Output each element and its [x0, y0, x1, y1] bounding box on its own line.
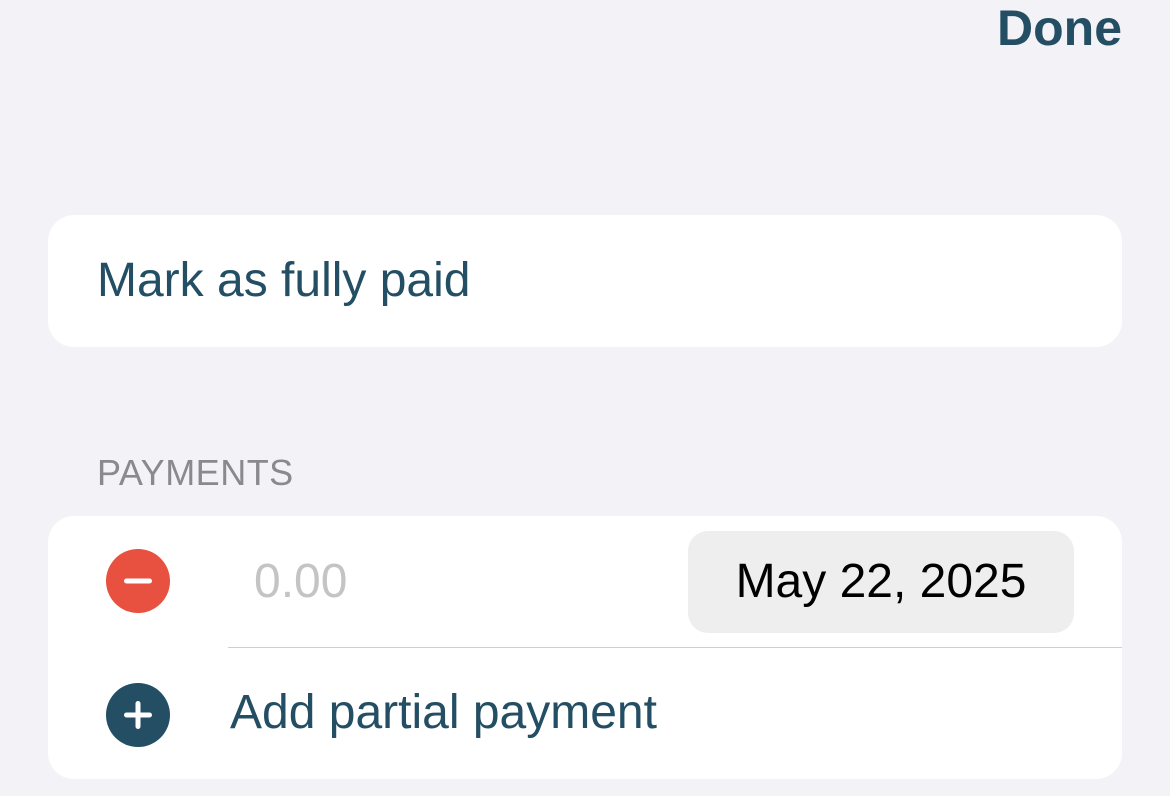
payment-date-picker[interactable]: May 22, 2025	[688, 531, 1074, 633]
add-partial-payment-row[interactable]: Add partial payment	[48, 647, 1122, 779]
payments-section-header: PAYMENTS	[97, 452, 294, 493]
mark-as-fully-paid-button[interactable]: Mark as fully paid	[97, 215, 470, 347]
add-payment-button[interactable]	[106, 683, 170, 747]
payment-amount-input[interactable]: 0.00	[254, 549, 634, 615]
payment-row: 0.00 May 22, 2025	[48, 516, 1122, 647]
mark-paid-card: Mark as fully paid	[48, 215, 1122, 347]
plus-circle-icon	[124, 701, 152, 729]
add-partial-payment-label: Add partial payment	[230, 686, 657, 739]
remove-payment-button[interactable]	[106, 549, 170, 613]
minus-circle-icon	[124, 578, 152, 584]
done-button[interactable]: Done	[997, 0, 1122, 56]
payments-card: 0.00 May 22, 2025 Add partial payment	[48, 516, 1122, 779]
